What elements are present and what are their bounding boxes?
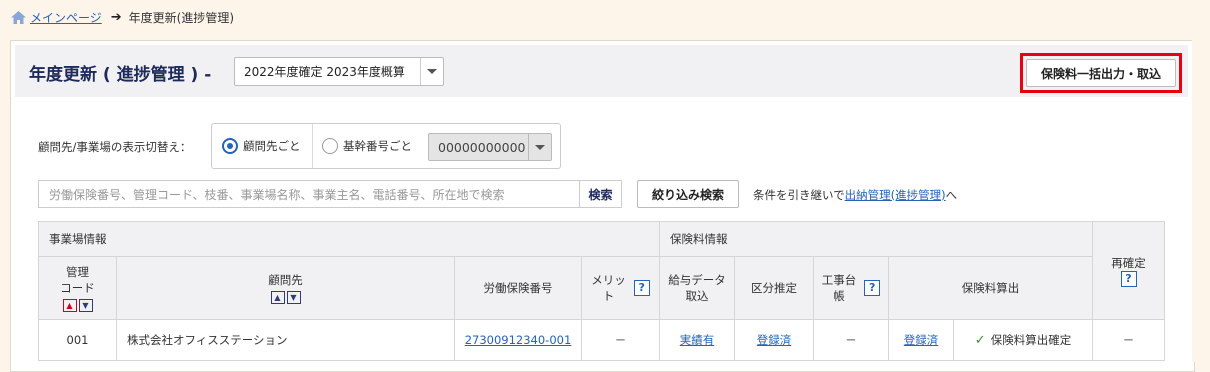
chevron-down-icon [420, 58, 443, 85]
col-ledger-label-2: 帳 [833, 289, 845, 303]
col-reconfirm: 再確定 ? [1092, 221, 1165, 320]
display-switch-label: 顧問先/事業場の表示切替え： [38, 140, 192, 154]
breadcrumb: メインページ ➔ 年度更新(進捗管理) [10, 8, 234, 26]
search-input[interactable]: 労働保険番号、管理コード、枝番、事業場名称、事業主名、電話番号、所在地で検索 [38, 180, 580, 208]
col-premium-calc: 保険料算出 [888, 256, 1093, 320]
col-code-label-2: コード [60, 280, 95, 295]
sort-asc-icon[interactable]: ▲ [62, 299, 77, 313]
help-icon[interactable]: ? [864, 280, 881, 296]
radio-base-number-label: 基幹番号ごと [343, 139, 412, 153]
col-labor-insurance-number: 労働保険番号 [454, 256, 582, 320]
group-header-office: 事業場情報 [38, 221, 660, 257]
radio-client-label: 顧問先ごと [243, 139, 301, 153]
col-construction-ledger: 工事台帳 ? [813, 256, 889, 320]
cell-class: 登録済 [734, 319, 814, 361]
col-code-label-1: 管理 [66, 264, 89, 279]
col-salary-label-1: 給与データ [668, 273, 726, 287]
progress-panel: 年度更新 ( 進捗管理 ) - 2022年度確定 2023年度概算 保険料一括出… [10, 40, 1195, 372]
radio-client[interactable]: 顧問先ごと [222, 136, 301, 156]
help-icon[interactable]: ? [1120, 270, 1137, 287]
carry-over-condition: 条件を引き継いで出納管理(進捗管理)へ [753, 187, 957, 203]
base-number-select-value: 00000000000 [438, 139, 526, 155]
col-merit: メリット ? [581, 256, 660, 320]
cell-ledger: － [813, 319, 889, 361]
page-title: 年度更新 ( 進捗管理 ) - [29, 65, 212, 85]
sort-desc-icon[interactable]: ▼ [78, 299, 93, 313]
cashbook-progress-link[interactable]: 出納管理(進捗管理) [845, 188, 946, 202]
check-icon: ✓ [974, 333, 986, 348]
col-salary-import: 給与データ 取込 [659, 256, 735, 320]
sort-desc-icon[interactable]: ▼ [286, 291, 301, 305]
breadcrumb-home-link[interactable]: メインページ [30, 9, 102, 26]
cell-labor-no: 27300912340-001 [454, 319, 582, 361]
class-link[interactable]: 登録済 [757, 333, 792, 347]
labor-no-link[interactable]: 27300912340-001 [465, 333, 572, 347]
cond-suffix: へ [945, 188, 958, 202]
year-select-value: 2022年度確定 2023年度概算 [244, 65, 405, 79]
group-header-premium: 保険料情報 [659, 221, 1093, 257]
breadcrumb-arrow-icon: ➔ [110, 9, 122, 25]
year-select[interactable]: 2022年度確定 2023年度概算 [234, 57, 444, 86]
progress-table: 事業場情報 保険料情報 再確定 ? 管理 コード ▲ ▼ 顧問先 ▲ ▼ 労働保… [38, 221, 1165, 361]
divider [312, 124, 313, 168]
breadcrumb-current: 年度更新(進捗管理) [128, 10, 235, 25]
cell-merit: － [581, 319, 660, 361]
col-client-label: 顧問先 [268, 272, 303, 287]
col-salary-label-2: 取込 [685, 289, 709, 303]
radio-base-number[interactable]: 基幹番号ごと [322, 136, 412, 156]
cell-reconfirm[interactable]: － [1092, 319, 1165, 361]
radio-checked-icon [222, 138, 238, 154]
cell-calc: 登録済 ✓ 保険料算出確定 [888, 319, 1093, 361]
salary-link[interactable]: 実績有 [680, 333, 715, 347]
radio-unchecked-icon [322, 138, 338, 154]
display-switch-group: 顧問先ごと 基幹番号ごと 00000000000 [211, 123, 561, 169]
calc-status: 保険料算出確定 [990, 333, 1072, 347]
col-merit-label-2: ト [602, 289, 615, 303]
search-button[interactable]: 検索 [579, 180, 622, 208]
cell-client: 株式会社オフィスステーション [116, 319, 455, 361]
cell-code: 001 [38, 319, 117, 361]
col-ledger-label-1: 工事台 [821, 273, 857, 287]
filter-search-button[interactable]: 絞り込み検索 [637, 180, 739, 208]
sort-asc-icon[interactable]: ▲ [270, 291, 285, 305]
col-class-estimate: 区分推定 [734, 256, 814, 320]
bulk-export-import-button[interactable]: 保険料一括出力・取込 [1026, 59, 1176, 87]
table-row: 001 株式会社オフィスステーション 27300912340-001 － 実績有… [38, 319, 1165, 361]
col-client: 顧問先 ▲ ▼ [116, 256, 455, 320]
col-merit-label-1: メリッ [591, 273, 626, 287]
title-bar: 年度更新 ( 進捗管理 ) - 2022年度確定 2023年度概算 保険料一括出… [15, 45, 1188, 97]
cell-salary: 実績有 [659, 319, 735, 361]
col-reconfirm-label: 再確定 [1111, 255, 1146, 270]
cond-prefix: 条件を引き継いで [753, 188, 845, 202]
chevron-down-icon [528, 134, 551, 160]
home-icon[interactable] [10, 10, 27, 25]
help-icon[interactable]: ? [633, 280, 650, 296]
calc-link[interactable]: 登録済 [904, 333, 939, 347]
col-management-code: 管理 コード ▲ ▼ [38, 256, 117, 320]
base-number-select[interactable]: 00000000000 [428, 133, 552, 161]
scrollbar[interactable] [1192, 40, 1210, 362]
